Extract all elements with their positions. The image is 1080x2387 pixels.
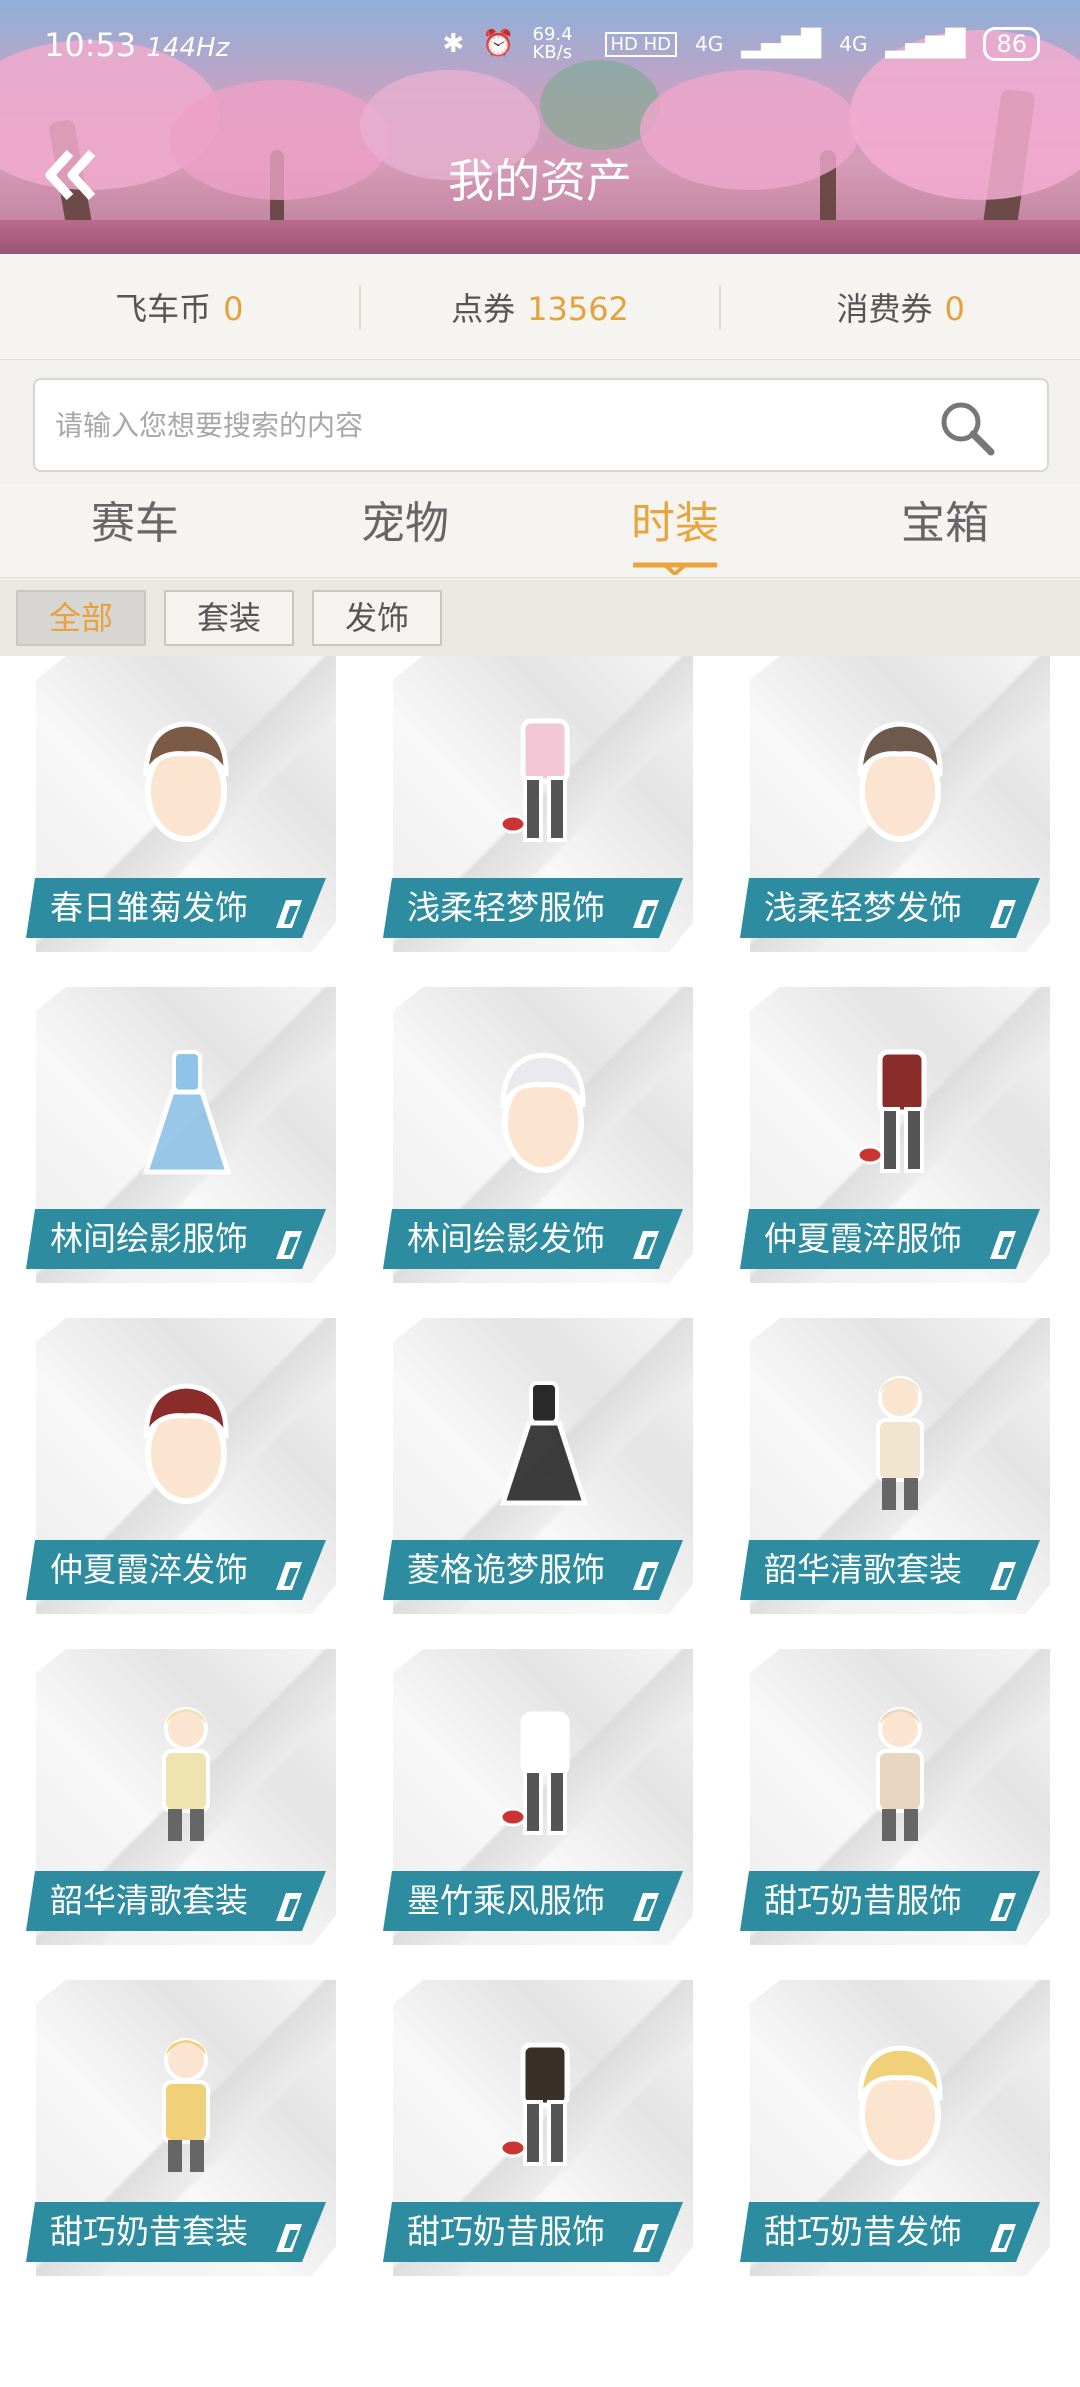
item-card[interactable]: 菱格诡梦服饰 (383, 1318, 693, 1614)
item-image (500, 1052, 586, 1173)
status-indicators: ✱ ⏰ 69.4 KB/s HD HD 4G ▂▄▆█ 4G ▂▄▆█ 86 (442, 26, 1040, 62)
item-image (499, 1711, 570, 1835)
battery-indicator: 86 (983, 27, 1040, 61)
asset-label: 点券 (451, 289, 516, 328)
time-text: 10:53 (44, 26, 137, 64)
asset-feichebi: 飞车币 0 (0, 284, 359, 330)
ground (0, 220, 1080, 254)
corner-tag-icon (633, 1231, 659, 1259)
bluetooth-icon: ✱ (442, 29, 465, 59)
item-image (499, 1381, 589, 1506)
corner-tag-icon (276, 2224, 302, 2252)
page-title: 我的资产 (448, 154, 632, 208)
item-card[interactable]: 韶华清歌套装 (26, 1649, 336, 1945)
header-banner: 10:53 144Hz ✱ ⏰ 69.4 KB/s HD HD 4G ▂▄▆█ … (0, 0, 1080, 254)
search-box (33, 378, 1049, 472)
item-image (857, 2045, 943, 2166)
asset-dianquan: 点券 13562 (361, 284, 720, 330)
corner-tag-icon (990, 1231, 1016, 1259)
item-card[interactable]: 林间绘影发饰 (383, 987, 693, 1283)
item-image (143, 1383, 229, 1504)
active-tab-indicator (633, 562, 717, 575)
item-card[interactable]: 甜巧奶昔套装 (26, 1980, 336, 2276)
items-grid: 春日雏菊发饰 浅柔轻梦服饰 浅柔轻梦发饰林间绘影服饰 林间绘影发饰 仲夏霞淬服饰仲夏霞淬… (0, 656, 1080, 2387)
tab-label: 时装 (631, 498, 719, 549)
item-image (857, 721, 943, 842)
item-card[interactable]: 浅柔轻梦服饰 (383, 656, 693, 952)
tab-label: 宝箱 (901, 498, 989, 549)
item-image (876, 1707, 924, 1841)
status-bar: 10:53 144Hz ✱ ⏰ 69.4 KB/s HD HD 4G ▂▄▆█ … (0, 0, 1080, 92)
asset-xiaofeiquan: 消费券 0 (721, 284, 1080, 330)
signal-4g-2: 4G (839, 32, 868, 56)
filter-hair[interactable]: 发饰 (312, 590, 442, 646)
corner-tag-icon (990, 1562, 1016, 1590)
asset-value: 13562 (527, 289, 629, 328)
item-image (143, 721, 229, 842)
item-image (499, 2042, 570, 2166)
tab-label: 赛车 (91, 498, 179, 549)
corner-tag-icon (633, 1562, 659, 1590)
item-card[interactable]: 浅柔轻梦发饰 (740, 656, 1050, 952)
asset-label: 飞车币 (115, 289, 212, 328)
signal-4g-1: 4G (695, 32, 724, 56)
search-icon (941, 402, 995, 456)
tab-pets[interactable]: 宠物 (270, 484, 540, 577)
corner-tag-icon (276, 1562, 302, 1590)
search-button[interactable] (937, 398, 997, 458)
corner-tag-icon (990, 900, 1016, 928)
filter-bar: 全部 套装 发饰 (0, 580, 1080, 656)
filter-all[interactable]: 全部 (16, 590, 146, 646)
tab-boxes[interactable]: 宝箱 (810, 484, 1080, 577)
corner-tag-icon (990, 2224, 1016, 2252)
item-card[interactable]: 甜巧奶昔服饰 (383, 1980, 693, 2276)
corner-tag-icon (276, 1893, 302, 1921)
signal-icon: ▂▄▆█ (885, 29, 966, 59)
corner-tag-icon (276, 1231, 302, 1259)
tab-label: 宠物 (361, 498, 449, 549)
item-image (499, 718, 570, 842)
asset-value: 0 (944, 289, 965, 328)
search-input[interactable] (55, 380, 935, 470)
item-card[interactable]: 林间绘影服饰 (26, 987, 336, 1283)
corner-tag-icon (276, 900, 302, 928)
signal-icon: ▂▄▆█ (741, 29, 822, 59)
alarm-icon: ⏰ (482, 29, 515, 59)
corner-tag-icon (633, 2224, 659, 2252)
item-image (856, 1049, 927, 1173)
status-time: 10:53 144Hz (44, 26, 229, 64)
network-speed: 69.4 KB/s (532, 24, 573, 63)
tab-cars[interactable]: 赛车 (0, 484, 270, 577)
corner-tag-icon (633, 900, 659, 928)
item-card[interactable]: 甜巧奶昔服饰 (740, 1649, 1050, 1945)
item-image (162, 2038, 210, 2172)
item-image (142, 1050, 232, 1175)
item-card[interactable]: 韶华清歌套装 (740, 1318, 1050, 1614)
item-card[interactable]: 甜巧奶昔发饰 (740, 1980, 1050, 2276)
item-image (162, 1707, 210, 1841)
tab-fashion[interactable]: 时装 (540, 484, 810, 577)
item-card[interactable]: 仲夏霞淬发饰 (26, 1318, 336, 1614)
item-card[interactable]: 春日雏菊发饰 (26, 656, 336, 952)
corner-tag-icon (990, 1893, 1016, 1921)
corner-tag-icon (633, 1893, 659, 1921)
asset-balances: 飞车币 0 点券 13562 消费券 0 (0, 254, 1080, 360)
asset-value: 0 (223, 289, 244, 328)
category-tabs: 赛车 宠物 时装 宝箱 (0, 484, 1080, 578)
asset-label: 消费券 (836, 289, 933, 328)
filter-suits[interactable]: 套装 (164, 590, 294, 646)
item-card[interactable]: 墨竹乘风服饰 (383, 1649, 693, 1945)
item-image (876, 1376, 924, 1510)
hd-badge: HD HD (604, 31, 678, 57)
item-card[interactable]: 仲夏霞淬服饰 (740, 987, 1050, 1283)
refresh-rate: 144Hz (146, 33, 230, 63)
